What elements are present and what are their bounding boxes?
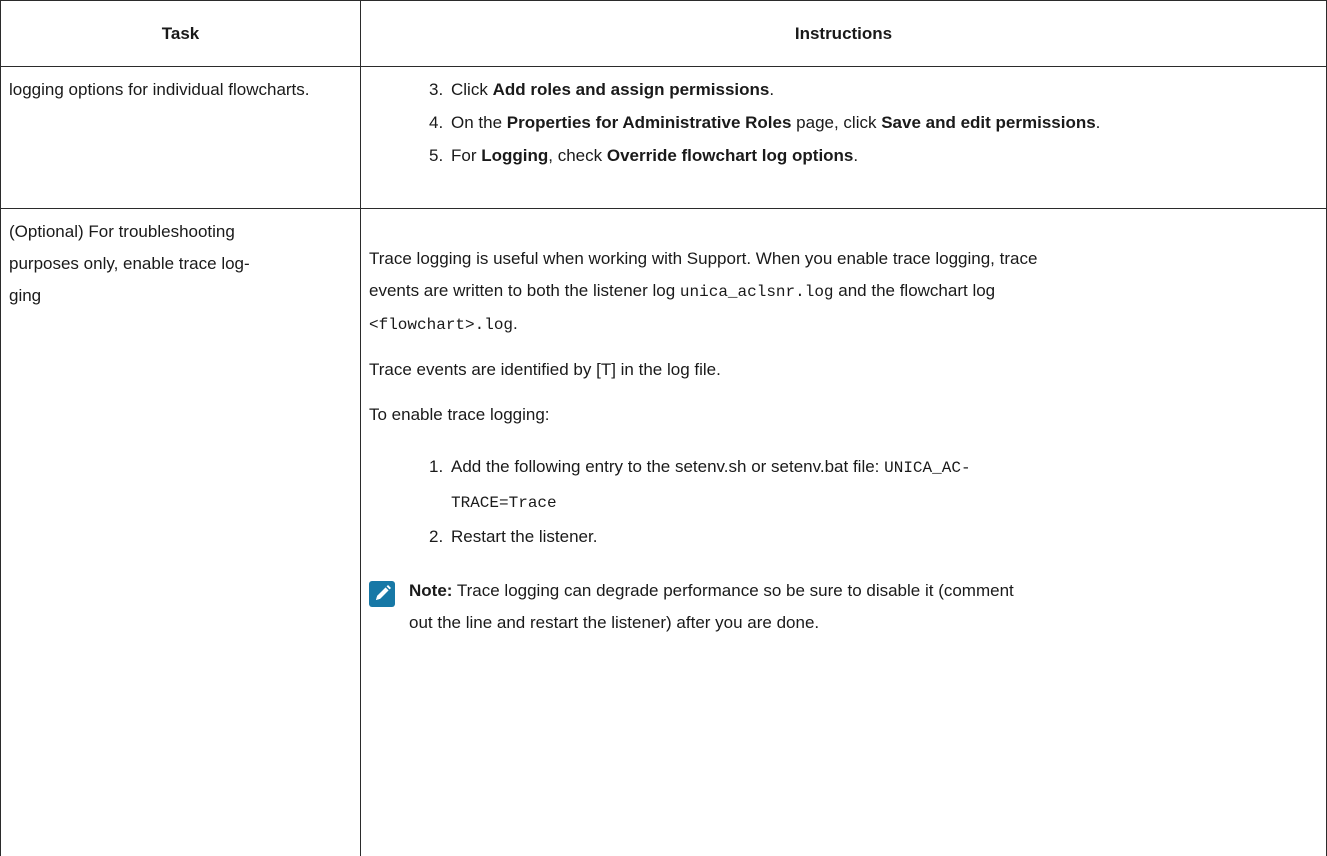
instructions-cell: Trace logging is useful when working wit… <box>361 209 1327 856</box>
list-item: 4.On the Properties for Administrative R… <box>451 106 1314 139</box>
inline-code: TRACE=Trace <box>451 494 557 512</box>
table-header-row: Task Instructions <box>1 1 1327 67</box>
trace-events-paragraph: Trace events are identified by [T] in th… <box>369 354 1314 386</box>
intro-paragraph: Trace logging is useful when working wit… <box>369 243 1314 341</box>
table-row: logging options for individual flowchart… <box>1 67 1327 209</box>
inline-code: <flowchart>.log <box>369 316 513 334</box>
list-item: 5.For Logging, check Override flowchart … <box>451 139 1314 172</box>
pencil-icon <box>369 581 395 607</box>
enable-lead-paragraph: To enable trace logging: <box>369 399 1314 431</box>
list-item: 2.Restart the listener. <box>451 520 1314 553</box>
note-text: Note: Trace logging can degrade performa… <box>409 575 1314 639</box>
inline-code: unica_aclsnr.log <box>680 283 834 301</box>
table-row: (Optional) For troubleshooting purposes … <box>1 209 1327 856</box>
list-item: 1.Add the following entry to the setenv.… <box>451 450 1314 520</box>
inline-code: UNICA_AC- <box>884 459 970 477</box>
list-item: 3.Click Add roles and assign permissions… <box>451 73 1314 106</box>
instructions-cell: 3.Click Add roles and assign permissions… <box>361 67 1327 209</box>
header-instructions: Instructions <box>361 1 1327 67</box>
step-list: 1.Add the following entry to the setenv.… <box>369 450 1314 553</box>
task-cell: logging options for individual flowchart… <box>1 67 361 209</box>
step-list: 3.Click Add roles and assign permissions… <box>369 67 1314 172</box>
note-block: Note: Trace logging can degrade performa… <box>369 575 1314 639</box>
instructions-table: Task Instructions logging options for in… <box>0 0 1327 856</box>
task-cell: (Optional) For troubleshooting purposes … <box>1 209 361 856</box>
header-task: Task <box>1 1 361 67</box>
